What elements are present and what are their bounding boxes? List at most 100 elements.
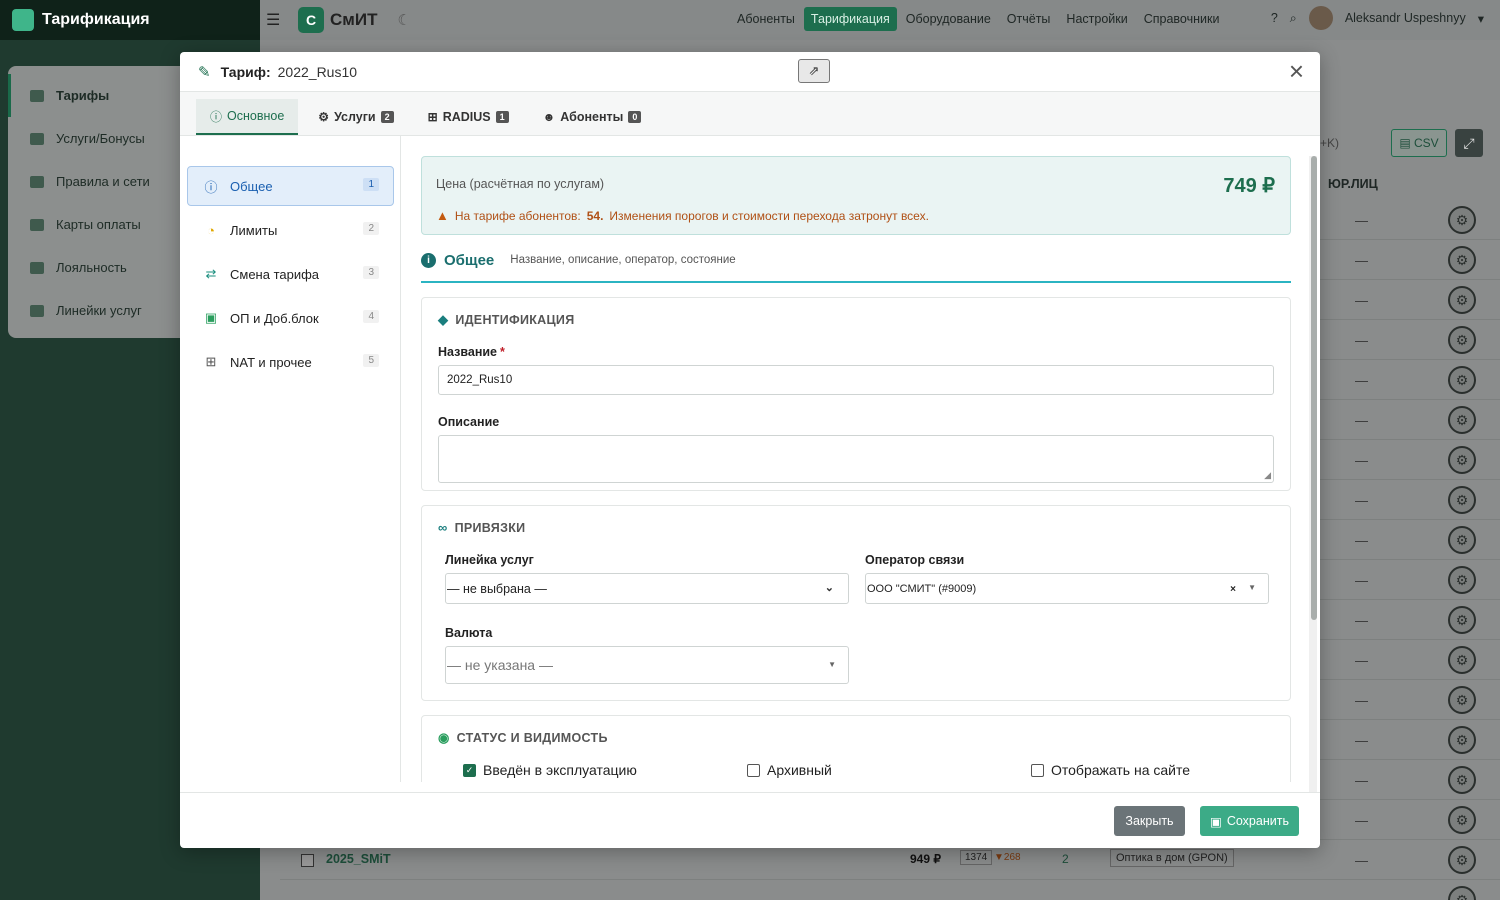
legal-entity-value: — [1355, 493, 1368, 508]
gift-icon [30, 132, 44, 145]
section-label: Лимиты [230, 222, 278, 238]
row-checkbox[interactable] [301, 854, 314, 867]
gear-icon[interactable]: ⚙ [1448, 446, 1476, 474]
gear-icon[interactable]: ⚙ [1448, 406, 1476, 434]
section-limits[interactable]: ◔ Лимиты 2 [187, 210, 394, 250]
gear-icon[interactable]: ⚙ [1448, 806, 1476, 834]
gear-icon[interactable]: ⚙ [1448, 526, 1476, 554]
card-icon [30, 218, 44, 231]
clear-icon[interactable]: × [1230, 584, 1236, 595]
row-price: 949 ₽ [910, 852, 941, 866]
in-operation-checkbox[interactable]: ✓ Введён в эксплуатацию [463, 762, 747, 778]
tab-services[interactable]: ⚙ Услуги 2 [304, 99, 407, 135]
nav-directories[interactable]: Справочники [1137, 7, 1227, 31]
legal-entity-value: — [1355, 853, 1368, 868]
help-icon[interactable]: ? [1271, 11, 1278, 25]
exchange-icon: ⇄ [205, 266, 217, 281]
price-label: Цена (расчётная по услугам) [436, 177, 605, 191]
table-row[interactable]: —⚙ [280, 880, 1500, 900]
app-topbar: ☰ С СмИТ ☾ Абоненты Тарификация Оборудов… [260, 0, 1500, 40]
gear-icon[interactable]: ⚙ [1448, 886, 1476, 900]
section-label: NAT и прочее [230, 354, 312, 370]
identification-card: ◆ ИДЕНТИФИКАЦИЯ Название * 2022_Rus10 Опи… [421, 297, 1291, 491]
link-icon: ∞ [438, 520, 448, 535]
gear-icon[interactable]: ⚙ [1448, 766, 1476, 794]
gear-icon[interactable]: ⚙ [1448, 286, 1476, 314]
user-name[interactable]: Aleksandr Uspeshnyy [1345, 11, 1466, 25]
tab-subscribers[interactable]: ☻ Абоненты 0 [529, 99, 656, 135]
top-nav: Абоненты Тарификация Оборудование Отчёты… [730, 7, 1226, 31]
open-external-button[interactable]: ⇗ [798, 59, 830, 83]
info-icon: i [421, 252, 436, 268]
warning-suffix: Изменения порогов и стоимости перехода з… [609, 208, 929, 223]
close-icon[interactable]: × [1289, 56, 1304, 87]
gear-icon[interactable]: ⚙ [1448, 486, 1476, 514]
section-tariff-change[interactable]: ⇄ Смена тарифа 3 [187, 254, 394, 294]
currency-select[interactable]: — не указана — ▼ [445, 646, 849, 684]
operator-select[interactable]: ООО "СМИТ" (#9009) × ▼ [865, 573, 1269, 604]
app-logo[interactable]: С СмИТ [298, 7, 377, 33]
search-icon[interactable]: ⌕ [1290, 11, 1297, 26]
bindings-card: ∞ ПРИВЯЗКИ Линейка услуг — не выбрана — … [421, 505, 1291, 701]
close-button[interactable]: Закрыть [1114, 806, 1185, 836]
checkbox-checked[interactable]: ✓ [463, 763, 476, 777]
moon-icon[interactable]: ☾ [397, 11, 410, 29]
top-right: ? ⌕ Aleksandr Uspeshnyy ▾ [1271, 6, 1484, 30]
name-input[interactable]: 2022_Rus10 [438, 365, 1274, 395]
row-number[interactable]: 2 [1062, 852, 1069, 866]
tab-main[interactable]: ⓘ Основное [196, 99, 299, 135]
chevron-down-icon[interactable]: ▾ [1478, 11, 1484, 26]
toggle-on-icon: ◉ [438, 730, 450, 745]
tab-badge: 2 [380, 111, 394, 123]
tab-radius[interactable]: ⊞ RADIUS 1 [414, 99, 523, 135]
required-mark: * [500, 345, 505, 359]
archived-checkbox[interactable]: Архивный [747, 762, 1031, 778]
nav-reports[interactable]: Отчёты [1000, 7, 1058, 31]
section-general[interactable]: ⓘ Общее 1 [187, 166, 394, 206]
checkbox-label: Отображать на сайте [1051, 762, 1191, 778]
chevron-down-icon: ⌄ [824, 582, 834, 594]
legal-entity-value: — [1355, 413, 1368, 428]
legal-entity-value: — [1355, 693, 1368, 708]
show-on-site-checkbox[interactable]: Отображать на сайте [1031, 762, 1190, 778]
checkbox[interactable] [1031, 763, 1044, 777]
row-delta: ▼268 [994, 852, 1021, 863]
checkbox[interactable] [747, 763, 760, 777]
modal-title-value: 2022_Rus10 [277, 63, 358, 80]
gear-icon[interactable]: ⚙ [1448, 646, 1476, 674]
avatar[interactable] [1308, 6, 1333, 30]
gear-icon[interactable]: ⚙ [1448, 846, 1476, 874]
section-op-addblock[interactable]: ▣ ОП и Доб.блок 4 [187, 298, 394, 338]
gear-icon[interactable]: ⚙ [1448, 566, 1476, 594]
row-name[interactable]: 2025_SMiT [326, 852, 391, 866]
nav-subscribers[interactable]: Абоненты [730, 7, 802, 31]
legal-entity-value: — [1355, 293, 1368, 308]
save-label: Сохранить [1226, 814, 1289, 828]
status-title: ◉ СТАТУС И ВИДИМОСТЬ [438, 730, 1274, 746]
gear-icon[interactable]: ⚙ [1448, 726, 1476, 754]
nav-billing[interactable]: Тарификация [803, 7, 897, 31]
fullscreen-button[interactable]: ⤢ [1455, 129, 1483, 157]
section-nat[interactable]: ⊞ NAT и прочее 5 [187, 342, 394, 382]
gear-icon[interactable]: ⚙ [1448, 326, 1476, 354]
gear-icon[interactable]: ⚙ [1448, 206, 1476, 234]
star-icon [30, 261, 44, 274]
description-textarea[interactable]: ◢ [438, 435, 1274, 483]
csv-label: CSV [1414, 136, 1439, 150]
legal-entity-value: — [1355, 373, 1368, 388]
nav-equipment[interactable]: Оборудование [899, 7, 998, 31]
gear-icon[interactable]: ⚙ [1448, 606, 1476, 634]
scrollbar-thumb[interactable] [1311, 156, 1317, 620]
csv-button[interactable]: ▤ CSV [1391, 129, 1447, 157]
identification-title: ◆ ИДЕНТИФИКАЦИЯ [438, 312, 1274, 328]
gear-icon[interactable]: ⚙ [1448, 246, 1476, 274]
save-button[interactable]: ▣ Сохранить [1200, 806, 1299, 836]
info-icon: ⓘ [210, 109, 223, 124]
resize-grip-icon[interactable]: ◢ [1264, 470, 1271, 481]
modal-header: ✎ Тариф: 2022_Rus10 ⇗ × [180, 52, 1320, 92]
gear-icon[interactable]: ⚙ [1448, 366, 1476, 394]
line-select[interactable]: — не выбрана — ⌄ [445, 573, 849, 604]
nav-settings[interactable]: Настройки [1059, 7, 1134, 31]
hamburger-icon[interactable]: ☰ [266, 10, 292, 30]
gear-icon[interactable]: ⚙ [1448, 686, 1476, 714]
